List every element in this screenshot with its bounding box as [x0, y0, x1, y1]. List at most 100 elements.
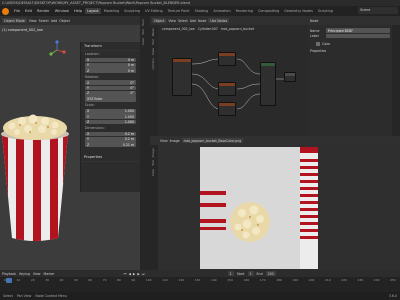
image-texture-node[interactable] [172, 58, 192, 96]
workspace-tab-rendering[interactable]: Rendering [234, 8, 255, 14]
principled-bsdf-node[interactable] [260, 62, 276, 106]
next-keyframe-icon[interactable]: ▶ [137, 272, 139, 276]
viewport-menu-select[interactable]: Select [39, 19, 49, 23]
rotation-y-field[interactable]: Y 0° [85, 85, 136, 91]
playback-controls: ⏮ ◀ ▶ ▶ ⏭ [124, 272, 145, 276]
node-label-field[interactable] [326, 34, 390, 39]
timeline[interactable]: Playback Keying View Marker ⏮ ◀ ▶ ▶ ⏭ 1 … [0, 270, 400, 292]
properties-tab-strip [392, 25, 400, 136]
scale-x-field[interactable]: X 1.000 [85, 108, 136, 114]
node-menu-select[interactable]: Select [178, 19, 188, 23]
top-menubar: File Edit Render Window Help Layout Mode… [0, 6, 400, 16]
node-name-field[interactable]: Principled BSDF [326, 28, 390, 34]
image-menu-image[interactable]: Image [170, 139, 180, 143]
node-side-tab-options[interactable]: Options [151, 58, 155, 70]
timeline-header: Playback Keying View Marker ⏮ ◀ ▶ ▶ ⏭ 1 … [0, 270, 400, 277]
viewport-menu-view[interactable]: View [29, 19, 37, 23]
texture-node-3[interactable] [218, 102, 236, 116]
workspace-tab-texture-paint[interactable]: Texture Paint [166, 8, 192, 14]
timeline-menu-marker[interactable]: Marker [44, 272, 55, 276]
image-datablock-selector[interactable]: mat_popcorn_bucket_BaseColor.png [181, 138, 244, 143]
node-menu-add[interactable]: Add [190, 19, 196, 23]
node-section-label[interactable]: Node [310, 19, 318, 23]
image-tab-tool[interactable]: Tool [151, 160, 155, 166]
texture-node-2[interactable] [218, 82, 236, 96]
shader-node-editor[interactable]: Object View Select Add Node Use Nodes co… [150, 16, 308, 136]
menu-window[interactable]: Window [53, 8, 71, 14]
scale-y-field[interactable]: Y 1.000 [85, 114, 136, 119]
sidebar-tab-item[interactable]: Item [141, 19, 145, 26]
prev-keyframe-icon[interactable]: ◀ [128, 272, 130, 276]
start-frame-field[interactable]: 1 [247, 271, 254, 276]
node-side-tab-view[interactable]: View [151, 48, 155, 55]
workspace-tab-scripting[interactable]: Scripting [316, 8, 335, 14]
texture-node-1[interactable] [218, 52, 236, 66]
node-object-dropdown[interactable]: Object [152, 18, 167, 23]
node-menu-view[interactable]: View [168, 19, 176, 23]
node-breadcrumb: component_002_low Cylinder.007 mat_popco… [162, 27, 254, 31]
dimensions-x-field[interactable]: X 0.2 m [85, 131, 136, 137]
status-context: Node Context Menu [35, 294, 67, 298]
workspace-tab-sculpting[interactable]: Sculpting [122, 8, 142, 14]
node-side-tab-node[interactable]: Node [151, 28, 155, 36]
image-tab-view[interactable]: View [151, 169, 155, 176]
viewport-menu-add[interactable]: Add [51, 19, 57, 23]
workspace-tab-uv-editing[interactable]: UV Editing [143, 8, 165, 14]
navigation-gizmo[interactable] [47, 40, 67, 60]
use-nodes-toggle[interactable]: Use Nodes [208, 18, 230, 23]
workspace-tab-layout[interactable]: Layout [85, 8, 101, 14]
properties-section-header[interactable]: Properties [81, 153, 140, 163]
jump-end-icon[interactable]: ⏭ [142, 272, 145, 276]
jump-start-icon[interactable]: ⏮ [124, 272, 127, 276]
image-editor[interactable]: View Image mat_popcorn_bucket_BaseColor.… [150, 136, 400, 270]
menu-render[interactable]: Render [35, 8, 52, 14]
timeline-ruler[interactable]: 0 10 20 30 40 50 60 70 80 90 100 110 120 130 140 1… [0, 278, 400, 284]
popcorn-bucket-model[interactable] [0, 112, 80, 252]
scale-label: Scale: [85, 103, 95, 108]
object-mode-dropdown[interactable]: Object Mode [2, 18, 27, 23]
active-object-label: (1) component_002_low [2, 28, 43, 32]
image-tab-image[interactable]: Image [151, 148, 155, 157]
image-menu-view[interactable]: View [160, 139, 168, 143]
node-menu-node[interactable]: Node [198, 19, 206, 23]
blender-logo-icon[interactable] [2, 7, 9, 15]
color-checkbox[interactable] [316, 42, 320, 47]
dimensions-y-field[interactable]: Y 0.2 m [85, 136, 136, 142]
status-select: Select [3, 294, 13, 298]
workspace-tab-shading[interactable]: Shading [193, 8, 211, 14]
3d-viewport[interactable]: Object Mode View Select Add Object (1) c… [0, 16, 140, 270]
rotation-z-field[interactable]: Z 0° [85, 91, 136, 96]
basecolor-texture-image[interactable] [200, 147, 318, 269]
timeline-menu-playback[interactable]: Playback [2, 272, 16, 276]
location-z-field[interactable]: Z0 m [85, 68, 136, 74]
menu-edit[interactable]: Edit [23, 8, 34, 14]
workspace-tab-modeling[interactable]: Modeling [102, 8, 121, 14]
node-side-tab-tool[interactable]: Tool [151, 39, 155, 45]
material-output-node[interactable] [284, 72, 296, 82]
sidebar-tab-view[interactable]: View [141, 38, 145, 45]
rotation-mode-dropdown[interactable]: XYZ Euler [85, 96, 136, 102]
menu-help[interactable]: Help [72, 8, 84, 14]
node-properties-section-header[interactable]: Properties [310, 49, 390, 53]
workspace-tab-animation[interactable]: Animation [211, 8, 232, 14]
current-frame-field[interactable]: 1 [227, 271, 234, 276]
end-frame-field[interactable]: 250 [265, 271, 276, 276]
viewport-menu-object[interactable]: Object [59, 19, 70, 23]
workspace-tab-compositing[interactable]: Compositing [256, 8, 281, 14]
scale-z-field[interactable]: Z 1.000 [85, 119, 136, 125]
workspace-tab-geometry-nodes[interactable]: Geometry Nodes [282, 8, 315, 14]
rotation-x-field[interactable]: X 0° [85, 80, 136, 86]
dimensions-z-field[interactable]: Z 0.21 m [85, 142, 136, 148]
scene-selector[interactable]: Scene [358, 7, 398, 14]
menu-file[interactable]: File [12, 8, 22, 14]
timeline-menu-view[interactable]: View [33, 272, 41, 276]
node-properties-panel: Node Name Principled BSDF Label Color Pr… [308, 16, 400, 136]
location-y-field[interactable]: Y0 m [85, 62, 136, 68]
playhead[interactable] [6, 278, 12, 283]
play-icon[interactable]: ▶ [133, 272, 135, 276]
location-x-field[interactable]: X0 m [85, 57, 136, 63]
transform-section-header[interactable]: Transform [81, 42, 140, 51]
status-bar: Select Pan View Node Context Menu 3.6.0 [0, 292, 400, 300]
timeline-menu-keying[interactable]: Keying [19, 272, 30, 276]
sidebar-tab-tool[interactable]: Tool [141, 29, 145, 35]
